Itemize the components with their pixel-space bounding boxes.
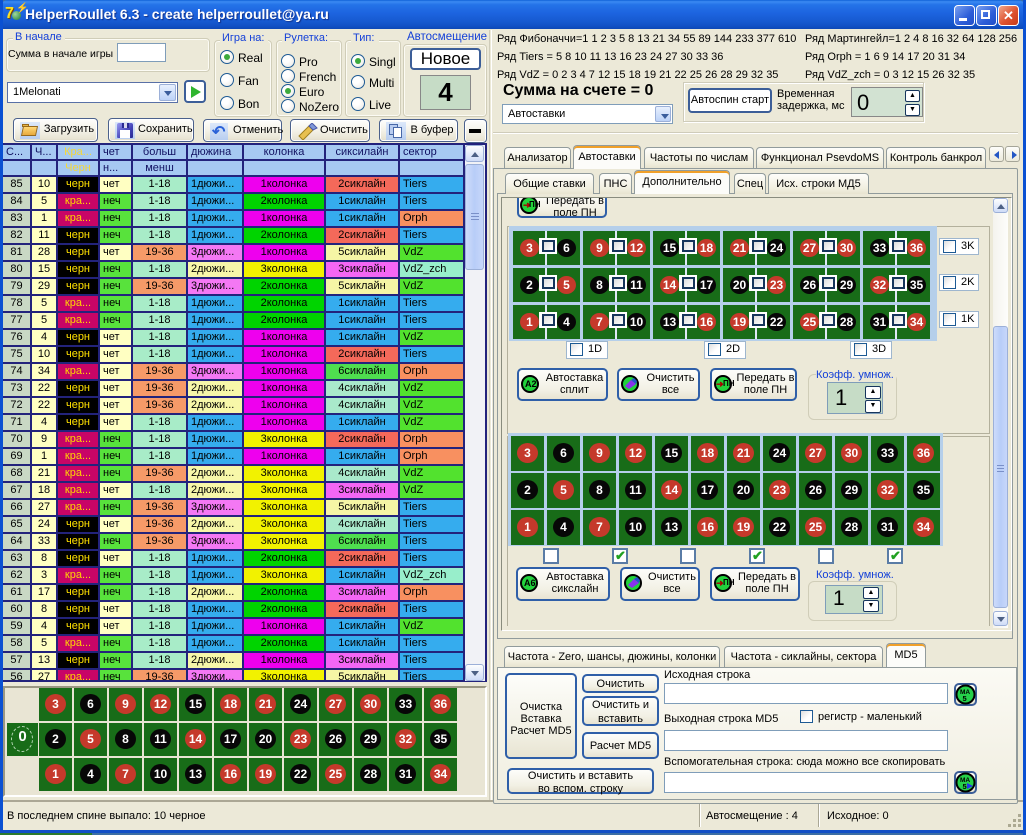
svg-text:5: 5 <box>963 694 967 703</box>
svg-text:5: 5 <box>963 782 967 791</box>
